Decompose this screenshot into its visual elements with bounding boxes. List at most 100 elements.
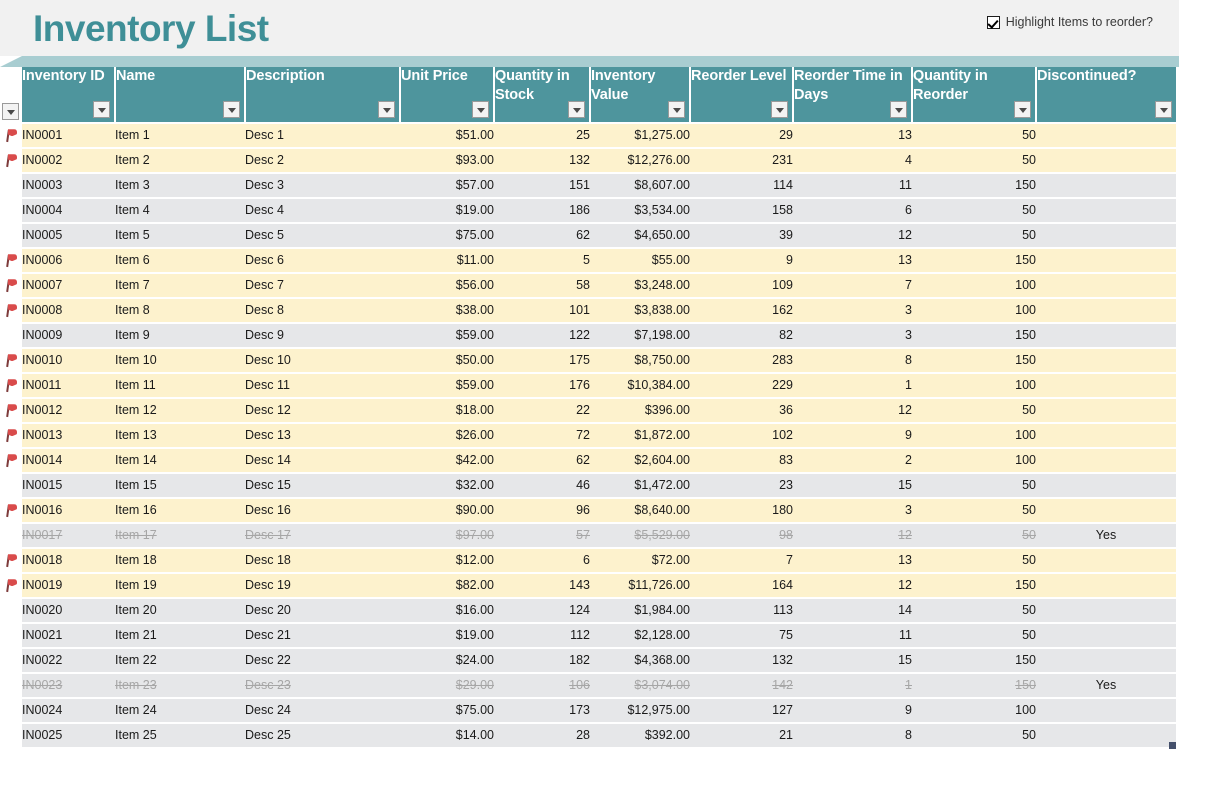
cell-id[interactable]: IN0025 [22,723,115,749]
cell-stock[interactable]: 28 [494,723,590,749]
cell-name[interactable]: Item 12 [115,398,245,424]
cell-disc[interactable] [1036,648,1176,674]
cell-disc[interactable] [1036,273,1176,299]
cell-name[interactable]: Item 10 [115,348,245,374]
cell-stock[interactable]: 173 [494,698,590,724]
cell-name[interactable]: Item 25 [115,723,245,749]
table-row[interactable]: IN0023 Item 23 Desc 23 $29.00 106 $3,074.00 14… [0,673,1176,699]
cell-days[interactable]: 12 [793,573,912,599]
cell-price[interactable]: $56.00 [400,273,494,299]
cell-id[interactable]: IN0013 [22,423,115,449]
cell-stock[interactable]: 62 [494,448,590,474]
cell-disc[interactable] [1036,398,1176,424]
cell-name[interactable]: Item 5 [115,223,245,249]
cell-price[interactable]: $57.00 [400,173,494,199]
cell-id[interactable]: IN0016 [22,498,115,524]
table-row[interactable]: IN0001 Item 1 Desc 1 $51.00 25 $1,275.00 29 13 5… [0,123,1176,149]
table-row[interactable]: IN0021 Item 21 Desc 21 $19.00 112 $2,128.00 75… [0,623,1176,649]
cell-days[interactable]: 1 [793,673,912,699]
cell-id[interactable]: IN0019 [22,573,115,599]
highlight-reorder-checkbox[interactable] [986,15,1000,29]
cell-days[interactable]: 3 [793,298,912,324]
cell-price[interactable]: $50.00 [400,348,494,374]
cell-stock[interactable]: 25 [494,123,590,149]
cell-days[interactable]: 14 [793,598,912,624]
cell-name[interactable]: Item 6 [115,248,245,274]
cell-reorder[interactable]: 100 [912,298,1036,324]
cell-value[interactable]: $2,128.00 [590,623,690,649]
cell-desc[interactable]: Desc 14 [245,448,400,474]
table-row[interactable]: IN0022 Item 22 Desc 22 $24.00 182 $4,368.00 13… [0,648,1176,674]
filter-icon-flag[interactable] [2,103,19,120]
cell-stock[interactable]: 182 [494,648,590,674]
cell-desc[interactable]: Desc 19 [245,573,400,599]
cell-desc[interactable]: Desc 25 [245,723,400,749]
table-row[interactable]: IN0019 Item 19 Desc 19 $82.00 143 $11,726.00 1… [0,573,1176,599]
cell-reorder[interactable]: 50 [912,623,1036,649]
cell-price[interactable]: $75.00 [400,223,494,249]
cell-price[interactable]: $59.00 [400,373,494,399]
cell-value[interactable]: $11,726.00 [590,573,690,599]
cell-price[interactable]: $93.00 [400,148,494,174]
cell-level[interactable]: 109 [690,273,793,299]
cell-name[interactable]: Item 11 [115,373,245,399]
cell-id[interactable]: IN0006 [22,248,115,274]
filter-icon-reorder-level[interactable] [771,101,788,118]
cell-level[interactable]: 83 [690,448,793,474]
cell-desc[interactable]: Desc 13 [245,423,400,449]
cell-disc[interactable] [1036,173,1176,199]
cell-name[interactable]: Item 9 [115,323,245,349]
cell-value[interactable]: $7,198.00 [590,323,690,349]
cell-price[interactable]: $59.00 [400,323,494,349]
cell-reorder[interactable]: 150 [912,673,1036,699]
cell-reorder[interactable]: 50 [912,473,1036,499]
cell-desc[interactable]: Desc 23 [245,673,400,699]
cell-level[interactable]: 127 [690,698,793,724]
cell-id[interactable]: IN0015 [22,473,115,499]
cell-days[interactable]: 9 [793,698,912,724]
column-header-reorder-time-in-days[interactable]: Reorder Time in Days [793,67,913,124]
cell-days[interactable]: 12 [793,223,912,249]
cell-desc[interactable]: Desc 12 [245,398,400,424]
filter-icon-inventory-value[interactable] [668,101,685,118]
column-header-quantity-in-stock[interactable]: Quantity in Stock [494,67,591,124]
cell-desc[interactable]: Desc 18 [245,548,400,574]
cell-stock[interactable]: 6 [494,548,590,574]
cell-reorder[interactable]: 50 [912,598,1036,624]
cell-level[interactable]: 39 [690,223,793,249]
cell-reorder[interactable]: 100 [912,273,1036,299]
cell-reorder[interactable]: 150 [912,323,1036,349]
cell-reorder[interactable]: 100 [912,423,1036,449]
cell-reorder[interactable]: 150 [912,573,1036,599]
cell-name[interactable]: Item 16 [115,498,245,524]
cell-name[interactable]: Item 19 [115,573,245,599]
cell-reorder[interactable]: 100 [912,373,1036,399]
cell-value[interactable]: $5,529.00 [590,523,690,549]
cell-level[interactable]: 23 [690,473,793,499]
cell-disc[interactable] [1036,548,1176,574]
cell-desc[interactable]: Desc 10 [245,348,400,374]
cell-desc[interactable]: Desc 20 [245,598,400,624]
cell-value[interactable]: $1,872.00 [590,423,690,449]
cell-id[interactable]: IN0012 [22,398,115,424]
cell-reorder[interactable]: 50 [912,723,1036,749]
cell-days[interactable]: 11 [793,173,912,199]
cell-reorder[interactable]: 100 [912,698,1036,724]
cell-desc[interactable]: Desc 11 [245,373,400,399]
cell-value[interactable]: $72.00 [590,548,690,574]
cell-value[interactable]: $12,276.00 [590,148,690,174]
cell-price[interactable]: $16.00 [400,598,494,624]
cell-name[interactable]: Item 4 [115,198,245,224]
cell-price[interactable]: $19.00 [400,623,494,649]
cell-price[interactable]: $29.00 [400,673,494,699]
column-header-quantity-in-reorder[interactable]: Quantity in Reorder [912,67,1037,124]
cell-name[interactable]: Item 8 [115,298,245,324]
cell-stock[interactable]: 72 [494,423,590,449]
table-resize-handle[interactable] [1169,742,1176,749]
table-row[interactable]: IN0004 Item 4 Desc 4 $19.00 186 $3,534.00 158 6… [0,198,1176,224]
cell-id[interactable]: IN0020 [22,598,115,624]
cell-stock[interactable]: 5 [494,248,590,274]
cell-id[interactable]: IN0023 [22,673,115,699]
cell-days[interactable]: 12 [793,523,912,549]
cell-days[interactable]: 11 [793,623,912,649]
